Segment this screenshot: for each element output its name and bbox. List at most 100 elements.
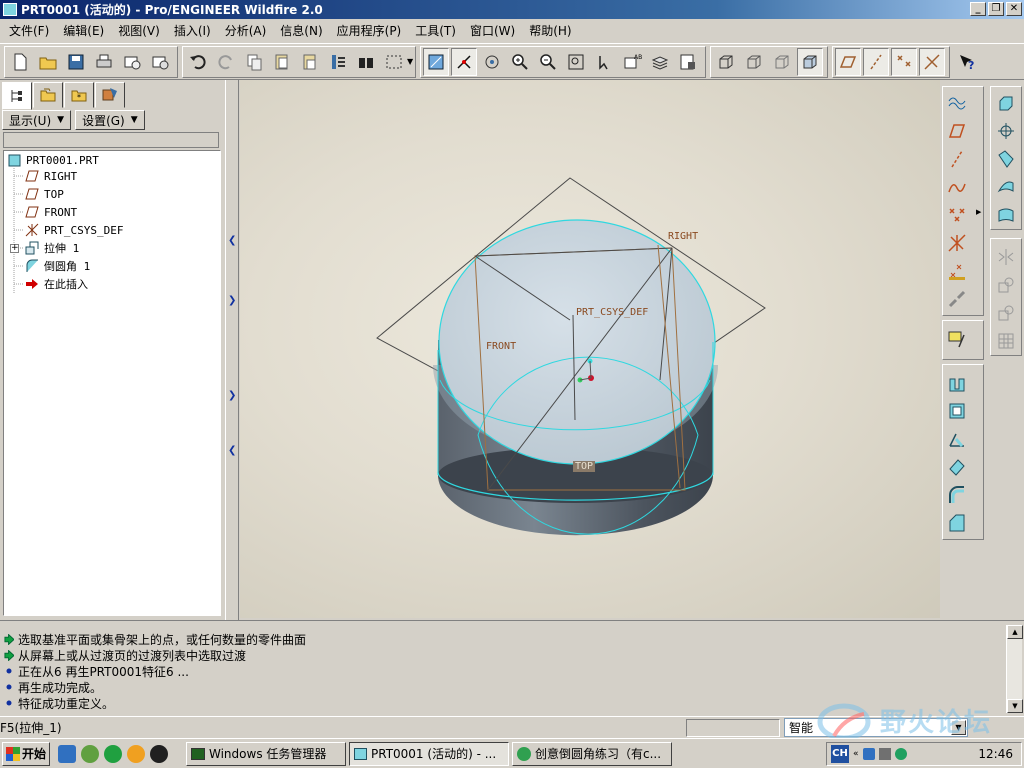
favorites-tab[interactable]: * bbox=[64, 82, 94, 108]
rib-tool-icon[interactable] bbox=[993, 146, 1019, 172]
draft-tool-icon[interactable] bbox=[993, 174, 1019, 200]
collapse-left-arrow-icon[interactable]: ❮ bbox=[228, 235, 236, 247]
menu-analysis[interactable]: 分析(A) bbox=[218, 21, 274, 41]
tree-item-csys[interactable]: PRT_CSYS_DEF bbox=[25, 221, 123, 239]
panel-splitter[interactable]: ❮ ❯ ❯ ❮ bbox=[225, 80, 239, 620]
redo-icon[interactable] bbox=[213, 48, 239, 76]
tree-item-round[interactable]: 倒圆角 1 bbox=[25, 257, 90, 275]
context-help-icon[interactable]: ? bbox=[954, 48, 980, 76]
sketch-tool-icon[interactable] bbox=[944, 326, 970, 352]
chevron-down-icon[interactable]: ▼ bbox=[951, 720, 966, 735]
print-icon[interactable] bbox=[91, 48, 117, 76]
show-dropdown[interactable]: 显示(U) ▼ bbox=[2, 110, 72, 130]
task-button-proengineer[interactable]: PRT0001 (活动的) - ... bbox=[349, 741, 509, 766]
insert-skeleton-icon[interactable] bbox=[944, 286, 970, 312]
no-hidden-icon[interactable] bbox=[769, 48, 795, 76]
collapse-left-arrow-icon[interactable]: ❮ bbox=[228, 445, 236, 457]
menu-view[interactable]: 视图(V) bbox=[111, 21, 167, 41]
datum-point-display-icon[interactable] bbox=[891, 47, 918, 76]
menu-info[interactable]: 信息(N) bbox=[273, 21, 329, 41]
messenger-icon[interactable] bbox=[104, 744, 122, 763]
variable-section-sweep-icon[interactable] bbox=[944, 426, 970, 452]
flyout-arrow-icon[interactable]: ▶ bbox=[976, 208, 981, 216]
hole-tool-icon[interactable] bbox=[993, 90, 1019, 116]
tree-item-insert-here[interactable]: 在此插入 bbox=[25, 275, 88, 293]
menu-edit[interactable]: 编辑(E) bbox=[56, 21, 111, 41]
boundary-blend-icon[interactable] bbox=[944, 454, 970, 480]
find-icon[interactable] bbox=[353, 48, 379, 76]
expand-right-arrow-icon[interactable]: ❯ bbox=[228, 295, 236, 307]
minimize-button[interactable]: _ bbox=[970, 2, 986, 16]
wireframe-icon[interactable] bbox=[713, 48, 739, 76]
new-file-icon[interactable] bbox=[7, 48, 33, 76]
merge-tool-icon[interactable] bbox=[993, 272, 1019, 298]
saved-views-icon[interactable]: AB bbox=[619, 48, 645, 76]
send-link-icon[interactable] bbox=[147, 48, 173, 76]
save-icon[interactable] bbox=[63, 48, 89, 76]
reorient-icon[interactable] bbox=[591, 48, 617, 76]
hidden-line-icon[interactable] bbox=[741, 48, 767, 76]
menu-window[interactable]: 窗口(W) bbox=[463, 21, 522, 41]
datum-axis-tool-icon[interactable] bbox=[944, 146, 970, 172]
datum-plane-tool-icon[interactable] bbox=[944, 118, 970, 144]
chamfer-tool-icon[interactable] bbox=[944, 510, 970, 536]
analysis-feature-icon[interactable] bbox=[944, 258, 970, 284]
folder-browser-tab[interactable] bbox=[33, 82, 63, 108]
paste-icon[interactable] bbox=[297, 48, 323, 76]
menu-help[interactable]: 帮助(H) bbox=[522, 21, 578, 41]
surface-tool-icon[interactable] bbox=[993, 202, 1019, 228]
security-icon[interactable] bbox=[894, 748, 907, 760]
menu-tools[interactable]: 工具(T) bbox=[408, 21, 463, 41]
network-icon[interactable] bbox=[862, 748, 875, 760]
zoom-in-icon[interactable] bbox=[507, 48, 533, 76]
tree-item-top[interactable]: TOP bbox=[25, 185, 64, 203]
datum-display-filter-icon[interactable] bbox=[944, 90, 970, 116]
zoom-out-icon[interactable] bbox=[535, 48, 561, 76]
model-tree-tab[interactable] bbox=[2, 82, 32, 110]
tree-item-extrude[interactable]: 拉伸 1 bbox=[25, 239, 79, 257]
regenerate-icon[interactable] bbox=[325, 48, 351, 76]
menu-insert[interactable]: 插入(I) bbox=[167, 21, 218, 41]
ime-indicator[interactable]: CH bbox=[831, 745, 849, 763]
task-button-task-manager[interactable]: Windows 任务管理器 bbox=[186, 741, 346, 766]
tray-expand-icon[interactable]: « bbox=[853, 749, 859, 759]
scroll-up-icon[interactable]: ▲ bbox=[1007, 625, 1023, 639]
restore-button[interactable]: ❐ bbox=[988, 2, 1004, 16]
shading-icon[interactable] bbox=[797, 47, 824, 76]
media-player-icon[interactable] bbox=[127, 744, 145, 763]
send-mail-icon[interactable] bbox=[119, 48, 145, 76]
close-button[interactable]: ✕ bbox=[1006, 2, 1022, 16]
trim-tool-icon[interactable] bbox=[993, 300, 1019, 326]
menu-file[interactable]: 文件(F) bbox=[2, 21, 56, 41]
round-tool-icon[interactable] bbox=[944, 482, 970, 508]
tree-item-right[interactable]: RIGHT bbox=[25, 167, 77, 185]
pattern-tool-icon[interactable] bbox=[993, 328, 1019, 354]
open-folder-icon[interactable] bbox=[35, 48, 61, 76]
datum-plane-display-icon[interactable] bbox=[835, 47, 862, 76]
mirror-tool-icon[interactable] bbox=[993, 244, 1019, 270]
datum-point-tool-icon[interactable] bbox=[944, 202, 970, 228]
copy-icon[interactable] bbox=[269, 48, 295, 76]
refit-icon[interactable] bbox=[563, 48, 589, 76]
show-desktop-icon[interactable] bbox=[58, 744, 76, 763]
selection-dropdown-arrow-icon[interactable]: ▼ bbox=[407, 57, 413, 66]
task-button-browser[interactable]: 创意倒圆角练习（有c... bbox=[512, 741, 672, 766]
repaint-icon[interactable] bbox=[423, 47, 450, 76]
expand-right-arrow-icon[interactable]: ❯ bbox=[228, 390, 236, 402]
scroll-down-icon[interactable]: ▼ bbox=[1007, 699, 1023, 713]
cut-icon[interactable] bbox=[241, 48, 267, 76]
selection-filter-select[interactable]: 智能 ▼ bbox=[784, 718, 968, 737]
revolve-tool-icon[interactable] bbox=[944, 398, 970, 424]
start-button[interactable]: 开始 bbox=[2, 741, 50, 766]
qq-penguin-icon[interactable] bbox=[150, 744, 168, 763]
undo-icon[interactable] bbox=[185, 48, 211, 76]
browser-icon[interactable] bbox=[81, 744, 99, 763]
expand-toggle-icon[interactable]: + bbox=[10, 244, 19, 253]
volume-icon[interactable] bbox=[878, 748, 891, 760]
connections-tab[interactable] bbox=[95, 82, 125, 108]
extrude-tool-icon[interactable] bbox=[944, 370, 970, 396]
datum-axis-display-icon[interactable] bbox=[863, 47, 890, 76]
shell-tool-icon[interactable] bbox=[993, 118, 1019, 144]
selection-box-icon[interactable] bbox=[381, 48, 407, 76]
menu-applications[interactable]: 应用程序(P) bbox=[330, 21, 409, 41]
